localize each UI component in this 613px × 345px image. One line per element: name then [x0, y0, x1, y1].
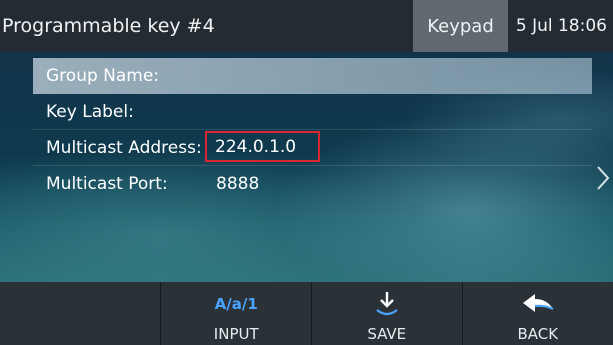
- input-softkey[interactable]: A/a/1 INPUT: [161, 282, 312, 345]
- input-mode-icon: A/a/1: [214, 295, 258, 313]
- key-label-row[interactable]: Key Label:: [33, 94, 592, 130]
- softkey-empty: [0, 282, 162, 345]
- back-softkey-label: BACK: [517, 325, 559, 343]
- save-download-icon: [374, 289, 400, 319]
- chevron-right-icon[interactable]: [595, 165, 611, 191]
- multicast-address-label: Multicast Address:: [46, 137, 202, 158]
- key-label-label: Key Label:: [46, 101, 134, 122]
- multicast-address-row[interactable]: Multicast Address: 224.0.1.0: [33, 130, 592, 166]
- multicast-port-value: 8888: [216, 174, 260, 194]
- back-softkey[interactable]: BACK: [463, 282, 613, 345]
- input-softkey-label: INPUT: [213, 325, 259, 343]
- settings-panel: Group Name: Key Label: Multicast Address…: [0, 52, 613, 282]
- phone-screen: Programmable key #4 Keypad 5 Jul 18:06 G…: [0, 0, 613, 345]
- save-softkey[interactable]: SAVE: [312, 282, 463, 345]
- date-time: 5 Jul 18:06: [515, 16, 607, 36]
- back-arrow-icon: [521, 289, 555, 319]
- multicast-port-label: Multicast Port:: [46, 174, 168, 194]
- softkey-bar: A/a/1 INPUT SAVE BACK: [0, 282, 613, 345]
- page-title: Programmable key #4: [2, 15, 215, 37]
- group-name-label: Group Name:: [46, 66, 160, 86]
- multicast-address-field[interactable]: 224.0.1.0: [205, 131, 321, 162]
- group-name-row[interactable]: Group Name:: [33, 58, 592, 94]
- multicast-port-row[interactable]: Multicast Port: 8888: [33, 166, 592, 202]
- multicast-address-value: 224.0.1.0: [215, 136, 297, 157]
- keypad-button[interactable]: Keypad: [413, 0, 508, 52]
- save-softkey-label: SAVE: [367, 325, 407, 343]
- title-bar: Programmable key #4 Keypad 5 Jul 18:06: [0, 0, 613, 52]
